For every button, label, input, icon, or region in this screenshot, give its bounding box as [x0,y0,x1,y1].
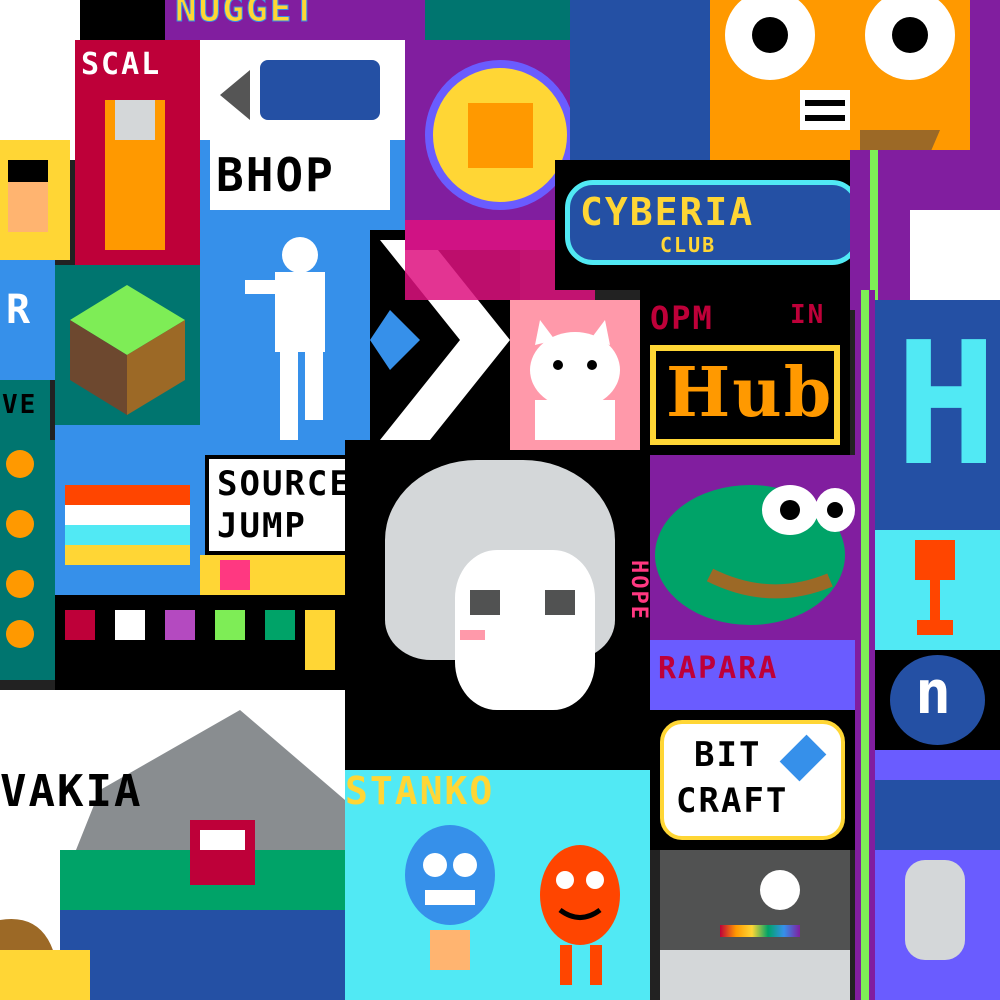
source-text: SOURCE [217,464,352,504]
h-text: H [895,306,1000,504]
back-arrow-panel [200,40,405,140]
nugget-banner: NUGGET [165,0,425,40]
ve-text: VE [2,390,38,420]
right-frame-tile [850,150,1000,310]
craft-text: CRAFT [676,781,789,821]
ve-tile: VE [0,380,50,440]
n-logo-tile: n [875,650,1000,750]
vakia-text: VAKIA [0,766,143,817]
skull-coin-icon [425,60,575,210]
r-logo-tile: R [0,260,55,380]
pepe-tile [650,455,860,640]
bit-text: BIT [694,735,762,775]
scal-character [105,100,165,250]
avatar-face [8,160,48,232]
rapara-text: RAPARA [658,651,779,686]
top-left-tile [0,0,80,160]
x-flag-tile [875,750,1000,1000]
pixel-canvas[interactable]: R VE NUGGET SCAL BHOP SOURCE JUMP CYBERI… [0,0,1000,1000]
nugget-text: NUGGET [174,0,318,30]
r-letter: R [6,287,33,333]
orange-dots-tile [0,440,55,680]
grass-block-icon [55,265,200,425]
top-strip [80,0,165,40]
cyberia-tile: CYBERIA CLUB [555,160,875,290]
pepe-frog-icon [650,455,860,640]
trophy-icon [905,540,965,640]
scal-text: SCAL [81,47,162,82]
bitcraft-tile: BIT CRAFT [650,710,855,850]
white-cat-icon [510,300,640,450]
bhop-label-box: BHOP [210,140,390,210]
heart-tile [200,555,345,595]
diamond-icon [779,734,827,782]
darwin-icon [535,840,625,990]
gumball-icon [400,820,500,1000]
top-rocket-tile [570,0,710,160]
club-text: CLUB [660,233,717,257]
rapara-tile: RAPARA [650,640,860,710]
hub-text: Hub [666,353,834,433]
bhop-text: BHOP [216,148,335,202]
bottom-left-face [0,950,90,1000]
grayscale-tile [660,850,850,1000]
anime-face [455,550,595,710]
n-letter: n [915,658,954,728]
trophy-tile [875,530,1000,650]
hope-text: HOPE [626,560,650,621]
flag-tile [55,425,200,595]
stanko-text: STANKO [345,770,495,813]
sprites-tile [55,595,345,690]
h-logo-tile: H [875,300,1000,530]
opm-text: OPM [650,299,714,337]
stanko-tile: STANKO [345,770,650,1000]
anime-girl-tile: HOPE [345,440,650,770]
bitcraft-box: BIT CRAFT [660,720,845,840]
cable-car-icon [190,820,255,885]
minecraft-tile [55,265,200,425]
cyberia-sign: CYBERIA CLUB [565,180,860,265]
opm-hub-tile: OPM IN Hub [640,290,850,460]
cat-tile [510,300,640,450]
green-frame-line [855,290,875,1000]
hub-box: Hub [650,345,840,445]
opm-sub-text: IN [790,300,826,330]
runner-silhouette-icon [230,230,350,450]
scal-tile: SCAL [75,40,200,265]
anime-avatar-tile [0,140,70,260]
jump-text: JUMP [217,506,307,546]
cyberia-text: CYBERIA [580,190,755,234]
